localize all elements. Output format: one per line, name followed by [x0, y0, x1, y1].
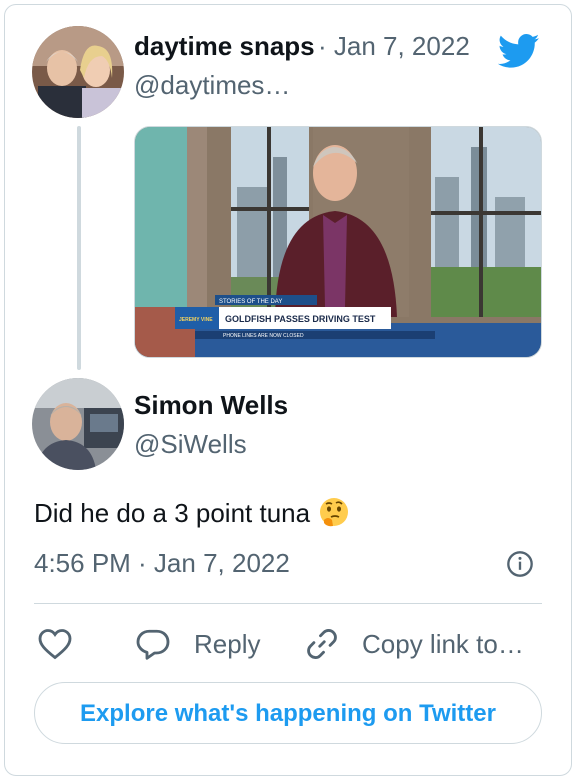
reply-button[interactable]: Reply	[134, 624, 260, 664]
reply-tweet-text: Did he do a 3 point tuna	[34, 496, 350, 529]
copy-link-button[interactable]: Copy link to…	[304, 624, 542, 664]
link-icon	[307, 628, 337, 660]
reply-author-name[interactable]: Simon Wells	[134, 390, 288, 421]
parent-author-avatar[interactable]	[32, 26, 124, 118]
actions-divider	[34, 603, 542, 604]
banner-top-text: STORIES OF THE DAY	[219, 299, 282, 305]
reply-author-handle[interactable]: @SiWells	[134, 429, 247, 460]
speech-bubble-icon	[136, 629, 170, 660]
reply-author-avatar[interactable]	[32, 378, 124, 470]
parent-author-handle[interactable]: @daytimes…	[134, 70, 290, 101]
banner-ticker-text: PHONE LINES ARE NOW CLOSED	[223, 333, 304, 339]
heart-icon	[38, 629, 72, 660]
avatar-photo	[32, 26, 124, 118]
explore-twitter-button[interactable]: Explore what's happening on Twitter	[34, 682, 542, 744]
reply-tweet-body: Did he do a 3 point tuna	[34, 498, 311, 528]
banner-headline-text: GOLDFISH PASSES DRIVING TEST	[225, 314, 376, 324]
reply-timestamp[interactable]: 4:56 PM · Jan 7, 2022	[34, 548, 290, 579]
avatar-photo	[32, 378, 124, 470]
thinking-face-emoji	[320, 498, 349, 527]
banner-logo-text: JEREMY VINE	[179, 317, 213, 323]
parent-tweet-date[interactable]: · Jan 7, 2022	[318, 31, 470, 62]
parent-author-name[interactable]: daytime snaps	[134, 31, 316, 62]
reply-label: Reply	[194, 628, 261, 659]
explore-twitter-label: Explore what's happening on Twitter	[80, 699, 496, 727]
thread-connector-line	[77, 126, 81, 370]
parent-tweet-media[interactable]: STORIES OF THE DAY JEREMY VINE GOLDFISH …	[134, 126, 542, 358]
copy-link-label: Copy link to…	[362, 628, 524, 659]
twitter-bird-icon[interactable]	[495, 30, 543, 72]
info-icon[interactable]	[506, 550, 534, 578]
studio-photo: STORIES OF THE DAY JEREMY VINE GOLDFISH …	[135, 127, 541, 357]
like-button[interactable]	[36, 624, 74, 664]
